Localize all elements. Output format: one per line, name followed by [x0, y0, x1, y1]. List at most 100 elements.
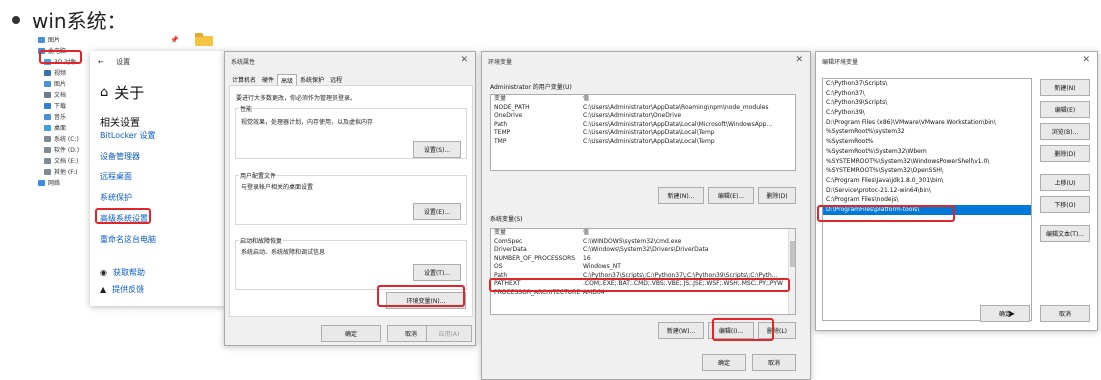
bullet-icon [12, 15, 20, 24]
apply-button[interactable]: 应用(A) [426, 325, 472, 342]
variable-value: C:\Users\Administrator\AppData\Local\Tem… [583, 137, 715, 145]
variable-value: AMD64 [583, 288, 605, 296]
edit-text-button[interactable]: 编辑文本(T)... [1040, 225, 1090, 242]
link-advanced-system-settings[interactable]: 高级系统设置 [100, 213, 148, 224]
system-new-button[interactable]: 新建(W)... [658, 322, 704, 339]
performance-desc: 视觉效果，处理器计划，内存使用，以及虚拟内存 [241, 119, 374, 126]
list-item[interactable]: C:\Python37\Scripts\ [823, 79, 1031, 89]
user-profiles-label: 用户配置文件 [239, 171, 278, 180]
back-arrow-icon[interactable]: ← [98, 58, 104, 66]
table-row[interactable]: ComSpec C:\WINDOWS\system32\cmd.exe [491, 238, 795, 247]
tree-item-label: 图片 [48, 37, 61, 44]
get-help-label: 获取帮助 [112, 268, 145, 277]
list-item[interactable]: D:\ProgramFiles\platform-tools\ [823, 204, 1031, 215]
link-remote-desktop[interactable]: 远程桌面 [100, 171, 132, 182]
user-new-button[interactable]: 新建(N)... [658, 187, 704, 204]
ok-button[interactable]: 确定 [702, 354, 746, 371]
browse-button[interactable]: 浏览(B)... [1040, 123, 1090, 140]
list-item[interactable]: %SystemRoot%\System32\Wbem [823, 147, 1031, 157]
link-bitlocker[interactable]: BitLocker 设置 [100, 130, 156, 141]
close-icon[interactable]: ✕ [460, 55, 468, 65]
path-entries-list[interactable]: C:\Python37\Scripts\ C:\Python37\ C:\Pytho… [822, 78, 1032, 321]
list-item[interactable]: D:\Service\protoc-21.12-win64\bin\ [823, 186, 1031, 196]
table-row[interactable]: OS Windows_NT [491, 263, 795, 272]
table-row[interactable]: OneDrive C:\Users\Administrator\OneDrive [491, 112, 795, 121]
tree-item[interactable]: 其他 (F:) [38, 166, 98, 177]
close-icon[interactable]: ✕ [795, 55, 803, 65]
tree-item[interactable]: 文档 [38, 89, 98, 100]
tree-item[interactable]: 软件 (D:) [38, 144, 98, 155]
new-entry-button[interactable]: 新建(N) [1040, 79, 1090, 96]
link-rename-pc[interactable]: 重命名这台电脑 [100, 234, 156, 245]
link-device-manager[interactable]: 设备管理器 [100, 151, 140, 162]
variable-value: .COM;.EXE;.BAT;.CMD;.VBS;.VBE;.JS;.JSE;.… [583, 280, 783, 287]
vertical-scrollbar[interactable] [788, 229, 795, 314]
variable-name: Path [494, 120, 508, 128]
user-profiles-settings-button[interactable]: 设置(E)... [413, 203, 461, 220]
tree-item[interactable]: 图片 [38, 34, 98, 45]
list-item[interactable]: C:\Python37\ [823, 89, 1031, 99]
cancel-button[interactable]: 取消 [752, 354, 796, 371]
user-vars-list[interactable]: 变量 值 NODE_PATH C:\Users\Administrator\App… [490, 94, 796, 171]
table-row[interactable]: NUMBER_OF_PROCESSORS 16 [491, 255, 795, 264]
get-help-link[interactable]: ◉ 获取帮助 [100, 267, 145, 278]
system-delete-button[interactable]: 删除(L) [758, 322, 796, 339]
table-row[interactable]: PROCESSOR_ARCHITECTURE AMD64 [491, 289, 795, 298]
list-item[interactable]: C:\Python39\Scripts\ [823, 98, 1031, 108]
list-item[interactable]: %SYSTEMROOT%\System32\OpenSSH\ [823, 166, 1031, 176]
user-vars-label: Administrator 的用户变量(U) [490, 84, 572, 91]
tree-item[interactable]: 文档 (E:) [38, 155, 98, 166]
list-item[interactable]: %SYSTEMROOT%\System32\WindowsPowerShell\… [823, 157, 1031, 167]
startup-recovery-settings-button[interactable]: 设置(T)... [413, 264, 461, 281]
move-down-button[interactable]: 下移(O) [1040, 196, 1090, 213]
variable-name: OS [494, 263, 503, 270]
tree-item[interactable]: 此电脑 [38, 45, 98, 56]
tree-item[interactable]: 桌面 [38, 122, 98, 133]
system-vars-list[interactable]: 变量 值 ComSpec C:\WINDOWS\system32\cmd.exe D… [490, 228, 796, 315]
settings-title: 设置 [116, 58, 131, 66]
folder-icon [44, 124, 51, 131]
list-item[interactable]: C:\Python39\ [823, 108, 1031, 118]
table-row[interactable]: PATHEXT .COM;.EXE;.BAT;.CMD;.VBS;.VBE;.JS… [491, 280, 795, 289]
admin-note: 要进行大多数更改，你必须作为管理员登录。 [236, 95, 357, 102]
list-item[interactable]: %SystemRoot% [823, 137, 1031, 147]
link-system-protection[interactable]: 系统保护 [100, 192, 132, 203]
table-row[interactable]: Path C:\Python37\Scripts\;C:\Python37\;C:… [491, 272, 795, 281]
tree-item[interactable]: 网络 [38, 177, 98, 188]
table-row[interactable]: Path C:\Users\Administrator\AppData\Local… [491, 121, 795, 130]
folder-icon [44, 102, 51, 109]
close-icon[interactable]: ✕ [1082, 55, 1090, 65]
list-item[interactable]: C:\Program Files\Java\jdk1.8.0_301\bin\ [823, 176, 1031, 186]
edit-entry-button[interactable]: 编辑(E) [1040, 101, 1090, 118]
variable-value: C:\Python37\Scripts\;C:\Python37\;C:\Pyt… [583, 271, 778, 279]
move-up-button[interactable]: 上移(U) [1040, 174, 1090, 191]
table-row[interactable]: NODE_PATH C:\Users\Administrator\AppData\… [491, 104, 795, 113]
list-item[interactable]: %SystemRoot%\system32 [823, 127, 1031, 137]
tree-item-label: 下载 [54, 103, 67, 110]
tree-item[interactable]: 音乐 [38, 111, 98, 122]
delete-entry-button[interactable]: 删除(D) [1040, 145, 1090, 162]
tree-item[interactable]: 3D 对象 [38, 56, 98, 67]
table-row[interactable]: TMP C:\Users\Administrator\AppData\Local\… [491, 138, 795, 147]
scroll-thumb[interactable] [790, 241, 795, 267]
ok-button[interactable]: 确定 [980, 305, 1030, 322]
performance-settings-button[interactable]: 设置(S)... [413, 141, 461, 158]
folder-icon [38, 179, 45, 186]
environment-variables-button[interactable]: 环境变量(N)... [386, 292, 466, 309]
page-heading: win系统： [10, 5, 127, 34]
tree-item-label: 软件 (D:) [54, 147, 80, 154]
user-delete-button[interactable]: 删除(D) [758, 187, 796, 204]
list-item[interactable]: C:\Program Files\nodejs\ [823, 195, 1031, 205]
tree-item[interactable]: 图片 [38, 78, 98, 89]
tree-item[interactable]: 下载 [38, 100, 98, 111]
table-row[interactable]: TEMP C:\Users\Administrator\AppData\Local… [491, 129, 795, 138]
user-edit-button[interactable]: 编辑(E)... [708, 187, 754, 204]
tree-item[interactable]: 视频 [38, 67, 98, 78]
list-item[interactable]: D:\Program Files (x86)\VMware\VMware Wor… [823, 118, 1031, 128]
table-row[interactable]: DriverData C:\Windows\System32\Drivers\Dr… [491, 246, 795, 255]
tree-item[interactable]: 系统 (C:) [38, 133, 98, 144]
feedback-link[interactable]: ▲ 提供反馈 [100, 284, 144, 295]
system-edit-button[interactable]: 编辑(I)... [708, 322, 754, 339]
cancel-button[interactable]: 取消 [1040, 305, 1090, 322]
ok-button[interactable]: 确定 [321, 325, 381, 342]
